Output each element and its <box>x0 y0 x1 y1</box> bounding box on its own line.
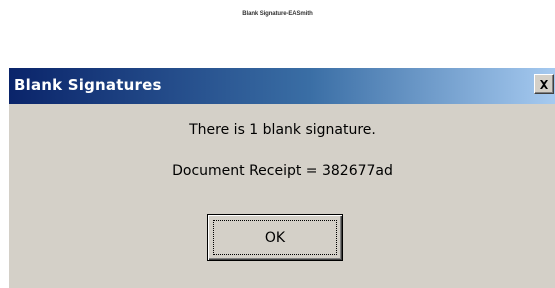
ok-button[interactable]: OK <box>207 214 343 261</box>
document-receipt-text: Document Receipt = 382677ad <box>172 163 393 179</box>
blank-signatures-dialog: Blank Signatures There is 1 blank signat… <box>8 67 555 288</box>
close-icon <box>540 79 548 89</box>
page: Blank Signature-EASmith Blank Signatures… <box>0 0 555 288</box>
dialog-message: There is 1 blank signature. <box>189 122 376 138</box>
dialog-titlebar[interactable]: Blank Signatures <box>9 68 555 104</box>
ok-button-label: OK <box>264 229 286 246</box>
page-caption: Blank Signature-EASmith <box>242 11 313 17</box>
close-button[interactable] <box>534 74 554 94</box>
dialog-title: Blank Signatures <box>14 76 162 94</box>
